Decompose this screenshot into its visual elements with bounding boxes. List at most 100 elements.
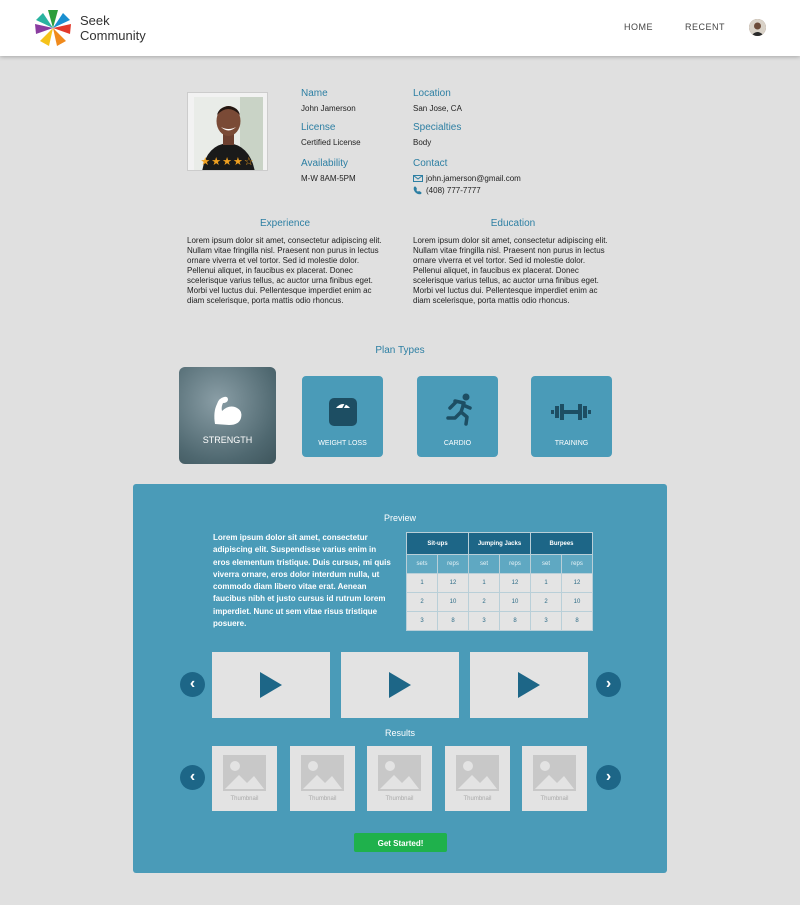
table-cell: 2 — [406, 592, 438, 612]
table-cell: 2 — [468, 592, 500, 612]
experience-text: Lorem ipsum dolor sit amet, consectetur … — [187, 236, 382, 305]
rating-stars: ★★★★☆ — [188, 155, 267, 168]
table-cell: 1 — [468, 573, 500, 593]
preview-text: Lorem ipsum dolor sit amet, consectetur … — [213, 533, 391, 629]
image-placeholder-icon — [301, 755, 344, 791]
video-thumbnail[interactable] — [212, 652, 330, 718]
plan-cardio-card[interactable]: CARDIO — [417, 376, 498, 457]
video-thumbnail[interactable] — [470, 652, 588, 718]
table-subheader: set — [530, 554, 562, 574]
result-thumbnail[interactable]: Thumbnail — [445, 746, 510, 811]
phone-row[interactable]: (408) 777-7777 — [413, 186, 481, 195]
chevron-left-icon: ‹ — [189, 768, 196, 785]
runner-icon — [446, 393, 472, 426]
get-started-button[interactable]: Get Started! — [354, 833, 447, 852]
flexed-arm-icon — [214, 396, 242, 425]
plan-weight-loss-card[interactable]: WEIGHT LOSS — [302, 376, 383, 457]
brand-line-2: Community — [80, 28, 146, 43]
table-cell: 2 — [530, 592, 562, 612]
result-thumbnail[interactable]: Thumbnail — [367, 746, 432, 811]
logo-icon[interactable] — [33, 8, 73, 48]
plan-weight-loss-label: WEIGHT LOSS — [318, 440, 367, 447]
play-icon — [260, 672, 282, 698]
table-cell: 8 — [437, 611, 469, 631]
name-value: John Jamerson — [301, 104, 356, 113]
mail-icon — [413, 175, 423, 183]
table-cell: 8 — [499, 611, 531, 631]
star-icon: ★ — [222, 156, 233, 168]
table-cell: 10 — [437, 592, 469, 612]
location-value: San Jose, CA — [413, 104, 462, 113]
chevron-left-icon: ‹ — [189, 675, 196, 692]
video-thumbnail[interactable] — [341, 652, 459, 718]
table-cell: 10 — [561, 592, 593, 612]
contact-label: Contact — [413, 158, 448, 169]
image-placeholder-icon — [533, 755, 576, 791]
specialties-label: Specialties — [413, 122, 462, 133]
preview-panel: Preview Lorem ipsum dolor sit amet, cons… — [133, 484, 667, 873]
exercise-table: Sit-ups Jumping Jacks Burpees sets reps … — [406, 532, 593, 631]
brand-name[interactable]: Seek Community — [80, 13, 146, 43]
star-icon: ★ — [211, 156, 223, 168]
specialties-value: Body — [413, 138, 432, 147]
user-avatar-icon — [749, 19, 766, 36]
table-header: Burpees — [530, 532, 593, 555]
table-subheader: sets — [406, 554, 438, 574]
result-thumbnail[interactable]: Thumbnail — [290, 746, 355, 811]
preview-title: Preview — [383, 513, 416, 523]
plan-training-card[interactable]: TRAINING — [531, 376, 612, 457]
results-prev-button[interactable]: ‹ — [180, 765, 205, 790]
image-placeholder-icon — [223, 755, 266, 791]
video-prev-button[interactable]: ‹ — [180, 672, 205, 697]
image-placeholder-icon — [456, 755, 499, 791]
plan-cardio-label: CARDIO — [443, 440, 472, 447]
star-icon: ★ — [200, 156, 212, 168]
scale-icon — [329, 398, 357, 426]
table-header: Sit-ups — [406, 532, 469, 555]
plan-training-label: TRAINING — [554, 440, 589, 447]
table-cell: 8 — [561, 611, 593, 631]
play-icon — [518, 672, 540, 698]
location-label: Location — [413, 88, 451, 99]
user-avatar[interactable] — [749, 19, 766, 36]
table-row: 3 8 3 8 3 8 — [406, 611, 593, 631]
table-subheader: reps — [561, 554, 593, 574]
license-label: License — [301, 122, 336, 133]
chevron-right-icon: › — [605, 768, 612, 785]
thumbnail-label: Thumbnail — [308, 796, 337, 802]
nav-recent-link[interactable]: RECENT — [685, 22, 725, 32]
table-cell: 10 — [499, 592, 531, 612]
brand-line-1: Seek — [80, 13, 110, 28]
email-row[interactable]: john.jamerson@gmail.com — [413, 174, 521, 183]
table-subheader-row: sets reps set reps set reps — [406, 554, 593, 574]
plan-strength-card[interactable]: STRENGTH — [179, 367, 276, 464]
table-cell: 12 — [499, 573, 531, 593]
table-cell: 3 — [406, 611, 438, 631]
education-title: Education — [490, 218, 536, 229]
results-next-button[interactable]: › — [596, 765, 621, 790]
image-placeholder-icon — [378, 755, 421, 791]
play-icon — [389, 672, 411, 698]
phone-icon — [413, 186, 422, 195]
availability-value: M-W 8AM-5PM — [301, 174, 356, 183]
table-cell: 3 — [468, 611, 500, 631]
thumbnail-label: Thumbnail — [230, 796, 259, 802]
thumbnail-label: Thumbnail — [540, 796, 569, 802]
table-cell: 3 — [530, 611, 562, 631]
name-label: Name — [301, 88, 328, 99]
nav-home-link[interactable]: HOME — [624, 22, 653, 32]
dumbbell-icon — [551, 404, 591, 420]
result-thumbnail[interactable]: Thumbnail — [212, 746, 277, 811]
star-empty-icon: ☆ — [243, 156, 255, 168]
profile-photo: ★★★★☆ — [187, 92, 268, 171]
table-header: Jumping Jacks — [468, 532, 531, 555]
plan-strength-label: STRENGTH — [202, 435, 253, 445]
result-thumbnail[interactable]: Thumbnail — [522, 746, 587, 811]
table-cell: 1 — [406, 573, 438, 593]
chevron-right-icon: › — [605, 675, 612, 692]
results-title: Results — [384, 728, 415, 738]
email-value: john.jamerson@gmail.com — [426, 174, 521, 183]
table-row: 1 12 1 12 1 12 — [406, 573, 593, 593]
table-cell: 12 — [561, 573, 593, 593]
video-next-button[interactable]: › — [596, 672, 621, 697]
